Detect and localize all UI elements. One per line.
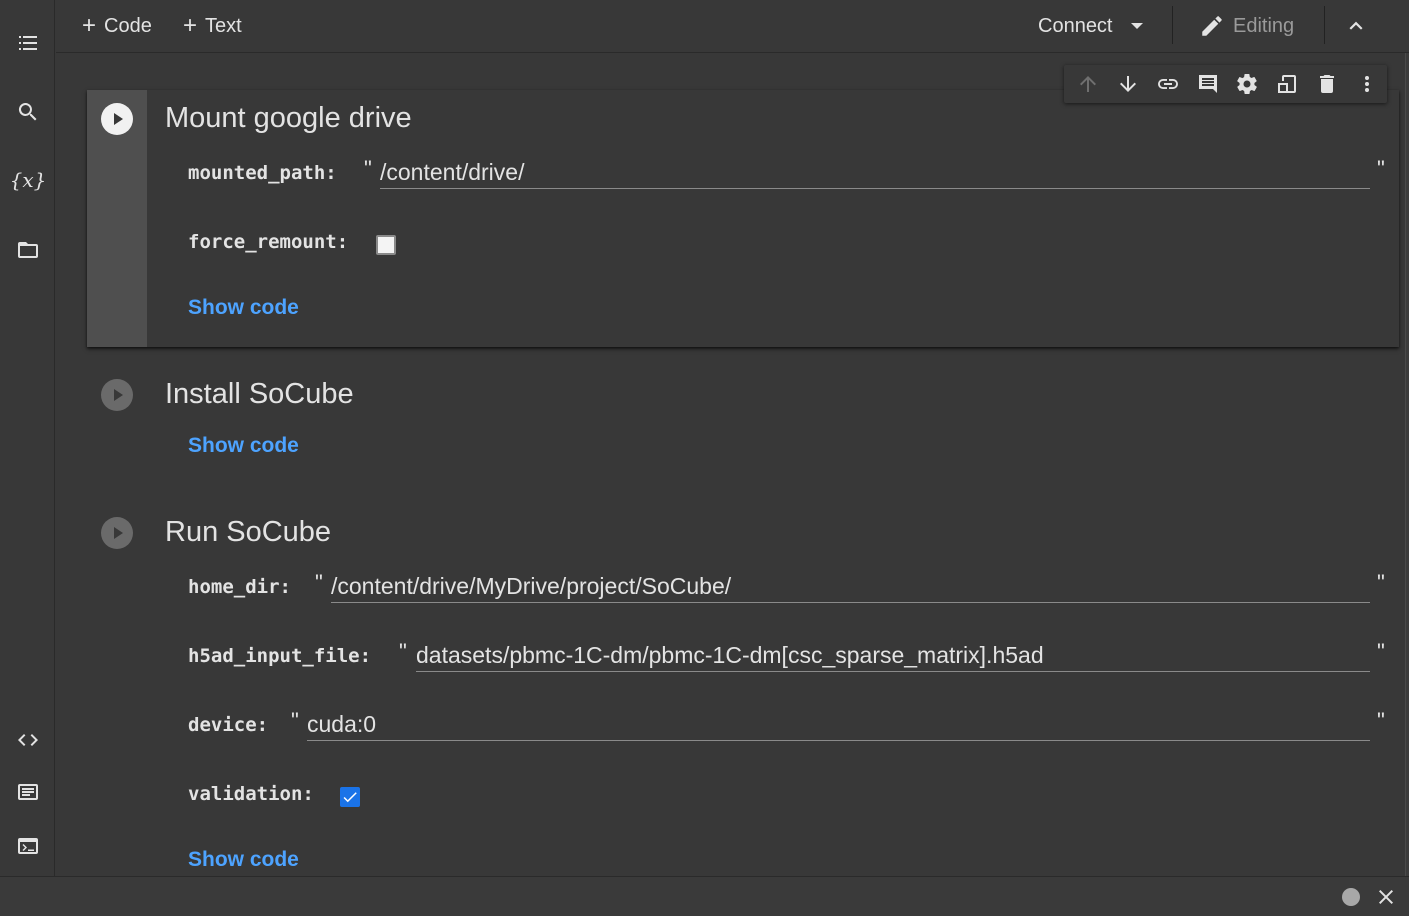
delete-cell-button[interactable] (1307, 65, 1347, 103)
param-label-device: device: (188, 714, 269, 736)
form-cell-run[interactable]: Run SoCube home_dir: " " h5ad_input_file… (87, 504, 1399, 876)
param-label-force-remount: force_remount: (188, 231, 349, 253)
add-text-label: Text (205, 14, 242, 37)
mounted-path-input[interactable] (380, 157, 1370, 189)
more-actions-button[interactable] (1347, 65, 1387, 103)
quote-open: " (315, 570, 323, 595)
scrollbar[interactable] (1405, 53, 1409, 876)
runtime-status-dot[interactable] (1342, 888, 1360, 906)
find-button[interactable] (8, 92, 48, 132)
quote-close: " (1377, 708, 1385, 733)
code-snippets-button[interactable] (8, 720, 48, 760)
close-icon (1379, 890, 1393, 904)
param-label-validation: validation: (188, 783, 314, 805)
param-label-home-dir: home_dir: (188, 576, 291, 598)
folder-icon (18, 242, 38, 258)
cell-settings-button[interactable] (1228, 65, 1268, 103)
h5ad-input-file-input[interactable] (416, 640, 1370, 672)
close-status-button[interactable] (1374, 885, 1398, 909)
code-icon (18, 734, 38, 746)
copy-link-button[interactable] (1148, 65, 1188, 103)
cell-title: Mount google drive (165, 102, 412, 134)
pencil-icon (1202, 16, 1222, 36)
form-cell-install[interactable]: Install SoCube Show code (87, 366, 1399, 476)
quote-open: " (291, 708, 299, 733)
mirror-cell-button[interactable] (1267, 65, 1307, 103)
run-cell-button[interactable] (101, 103, 133, 135)
validation-checkbox[interactable] (340, 787, 360, 807)
toolbar-divider (1172, 6, 1173, 44)
param-label-h5ad-input-file: h5ad_input_file: (188, 645, 372, 667)
table-of-contents-button[interactable] (8, 23, 48, 63)
run-cell-button[interactable] (101, 379, 133, 411)
chevron-up-icon (1349, 21, 1363, 30)
mirror-icon (1278, 75, 1297, 93)
quote-close: " (1377, 156, 1385, 181)
quote-open: " (364, 156, 372, 181)
move-cell-up-button[interactable] (1068, 65, 1108, 103)
plus-icon: + (183, 12, 198, 39)
chevron-down-icon[interactable] (1130, 23, 1143, 29)
play-icon (114, 389, 123, 401)
play-icon (114, 527, 123, 539)
comment-icon (1198, 75, 1217, 93)
add-code-button[interactable]: + Code (82, 12, 152, 40)
variables-button[interactable]: {x} (8, 160, 48, 200)
editing-label: Editing (1233, 14, 1295, 37)
cell-toolbar (1064, 65, 1387, 103)
terminal-icon (18, 838, 38, 854)
notebook-toolbar: + Code + Text Connect Editing (56, 0, 1409, 53)
quote-close: " (1377, 639, 1385, 664)
add-code-label: Code (104, 14, 152, 37)
search-icon (18, 103, 37, 121)
home-dir-input[interactable] (331, 571, 1370, 603)
more-vert-icon (1365, 76, 1370, 92)
form-cell-mount-drive[interactable]: Mount google drive mounted_path: " " for… (87, 90, 1399, 347)
param-label-mounted-path: mounted_path: (188, 162, 337, 184)
files-button[interactable] (8, 230, 48, 270)
list-icon (19, 36, 37, 50)
collapse-header-button[interactable] (1340, 10, 1372, 42)
force-remount-checkbox[interactable] (376, 235, 396, 255)
status-bar (0, 876, 1409, 916)
trash-icon (1320, 75, 1335, 93)
terminal-button[interactable] (8, 826, 48, 866)
cell-title: Install SoCube (165, 378, 354, 410)
show-code-link[interactable]: Show code (188, 296, 299, 320)
device-input[interactable] (307, 709, 1370, 741)
keyboard-icon (18, 784, 38, 800)
variables-icon: {x} (9, 168, 47, 192)
plus-icon: + (82, 12, 97, 39)
play-icon (114, 113, 123, 125)
check-icon (343, 792, 357, 803)
connect-button[interactable]: Connect (1038, 10, 1143, 42)
show-code-link[interactable]: Show code (188, 848, 299, 872)
left-sidebar: {x} (0, 0, 55, 876)
arrow-down-icon (1119, 76, 1136, 92)
add-text-button[interactable]: + Text (183, 12, 242, 40)
colab-notebook: {x} + Code + Text Connect Editing Mount … (0, 0, 1409, 916)
gear-icon (1237, 73, 1258, 95)
move-cell-down-button[interactable] (1108, 65, 1148, 103)
editing-mode-button[interactable]: Editing (1199, 10, 1294, 42)
arrow-up-icon (1079, 76, 1096, 92)
connect-label: Connect (1038, 14, 1113, 37)
cell-title: Run SoCube (165, 516, 332, 548)
quote-open: " (399, 639, 407, 664)
add-comment-button[interactable] (1188, 65, 1228, 103)
run-cell-button[interactable] (101, 517, 133, 549)
show-code-link[interactable]: Show code (188, 434, 299, 458)
command-palette-button[interactable] (8, 772, 48, 812)
quote-close: " (1377, 570, 1385, 595)
toolbar-divider (1324, 6, 1325, 44)
link-icon (1157, 79, 1178, 89)
